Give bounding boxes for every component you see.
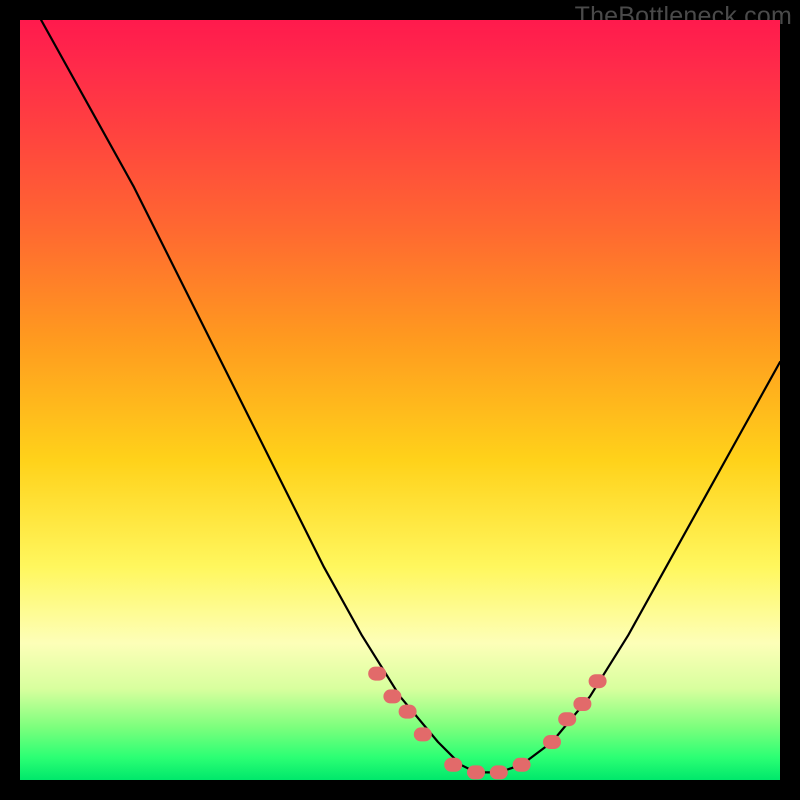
highlight-dot [490, 765, 508, 779]
chart-frame: TheBottleneck.com [0, 0, 800, 800]
highlight-dot [383, 689, 401, 703]
highlight-dot [543, 735, 561, 749]
highlight-dot [414, 727, 432, 741]
highlight-dot [467, 765, 485, 779]
highlight-dot [589, 674, 607, 688]
bottleneck-curve [20, 0, 780, 772]
highlight-dot [558, 712, 576, 726]
highlight-dot [368, 667, 386, 681]
highlight-dot [513, 758, 531, 772]
curve-svg [20, 20, 780, 780]
highlight-dot [399, 705, 417, 719]
highlight-dot [573, 697, 591, 711]
highlight-dot [444, 758, 462, 772]
highlight-dots [368, 667, 606, 780]
plot-area [20, 20, 780, 780]
